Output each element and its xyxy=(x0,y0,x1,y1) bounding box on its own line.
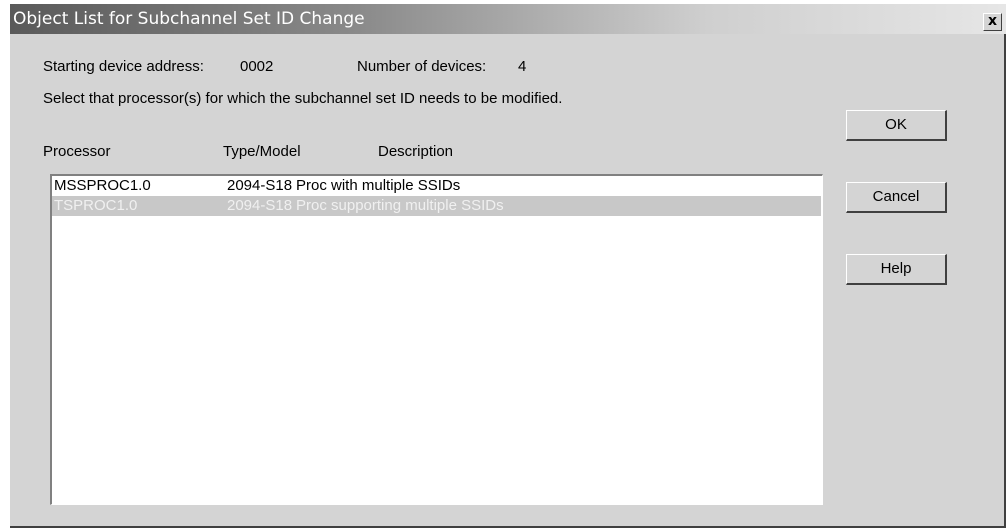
starting-address-value: 0002 xyxy=(240,58,274,75)
close-icon: x xyxy=(987,13,998,29)
processor-name: MSSPROC1.0 xyxy=(54,177,151,194)
window-title: Object List for Subchannel Set ID Change xyxy=(13,9,365,29)
close-button[interactable]: x xyxy=(983,13,1002,31)
column-header-description: Description xyxy=(378,143,454,160)
list-item[interactable]: MSSPROC1.0 2094-S18 Proc with multiple S… xyxy=(52,176,821,196)
column-header-processor: Processor xyxy=(43,143,111,160)
description: Proc with multiple SSIDs xyxy=(296,177,461,194)
instruction-text: Select that processor(s) for which the s… xyxy=(43,90,563,107)
processor-listbox[interactable]: MSSPROC1.0 2094-S18 Proc with multiple S… xyxy=(50,174,823,505)
title-bar[interactable]: Object List for Subchannel Set ID Change… xyxy=(10,4,1006,34)
help-button[interactable]: Help xyxy=(846,254,947,285)
description: Proc supporting multiple SSIDs xyxy=(296,197,504,214)
type-model: 2094-S18 xyxy=(227,177,293,194)
type-model: 2094-S18 xyxy=(227,197,293,214)
processor-name: TSPROC1.0 xyxy=(54,197,138,214)
starting-address-label: Starting device address: xyxy=(43,58,204,75)
cancel-button[interactable]: Cancel xyxy=(846,182,947,213)
list-item-selected[interactable]: TSPROC1.0 2094-S18 Proc supporting multi… xyxy=(52,196,821,216)
dialog-window: Object List for Subchannel Set ID Change… xyxy=(10,4,1006,528)
device-count-value: 4 xyxy=(518,58,527,75)
column-header-type-model: Type/Model xyxy=(223,143,301,160)
device-count-label: Number of devices: xyxy=(357,58,487,75)
ok-button[interactable]: OK xyxy=(846,110,947,141)
